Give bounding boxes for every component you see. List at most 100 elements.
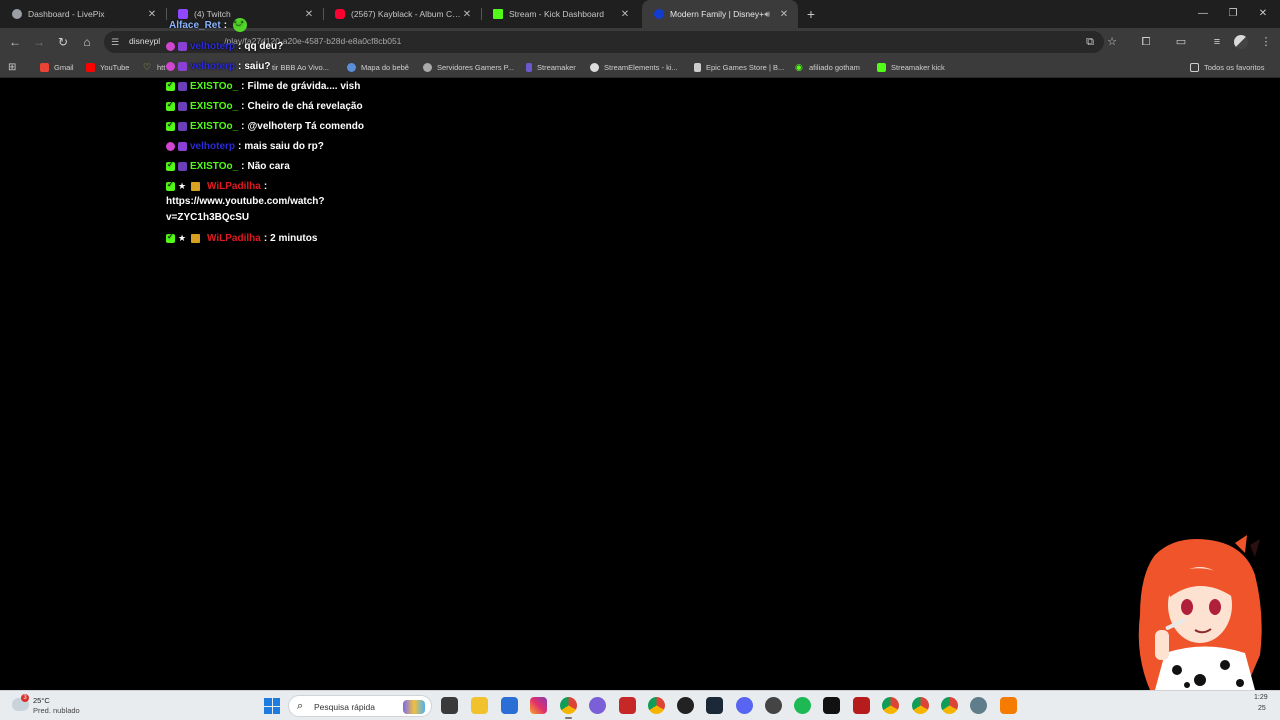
tab-title: (2567) Kayblack - Album Comp: [351, 9, 461, 19]
chrome-alt-icon[interactable]: [882, 697, 899, 714]
star-badge-icon: ★: [178, 233, 187, 243]
capcut-alt-icon[interactable]: [853, 697, 870, 714]
chat-username[interactable]: WiLPadilha: [207, 233, 261, 244]
settings-gear-icon[interactable]: [970, 697, 987, 714]
bookmark-afiliado[interactable]: ◉ afiliado gotham: [795, 60, 860, 74]
site-info-icon[interactable]: ☰: [111, 36, 123, 48]
bookmark-youtube[interactable]: YouTube: [86, 60, 129, 74]
chat-message: velhoterp : saiu?: [166, 61, 270, 72]
verified-badge-icon: [166, 80, 175, 91]
tab-youtube[interactable]: (2567) Kayblack - Album Comp ✕: [323, 0, 481, 28]
bookmark-epic[interactable]: Epic Games Store | B...: [694, 60, 784, 74]
chat-username[interactable]: WiLPadilha: [207, 181, 261, 192]
tab-title: Stream - Kick Dashboard: [509, 9, 604, 19]
search-highlight-icon: [403, 700, 425, 714]
clock-time[interactable]: 1:29: [1254, 694, 1268, 701]
spotify-icon[interactable]: [794, 697, 811, 714]
side-panel-icon[interactable]: ▭: [1173, 34, 1189, 50]
search-placeholder: Pesquisa rápida: [314, 702, 375, 712]
windows-start-icon[interactable]: [264, 698, 280, 714]
chat-username[interactable]: EXISTOo_: [190, 101, 238, 112]
restore-button[interactable]: ❐: [1218, 0, 1248, 28]
extensions-icon[interactable]: ⧠: [1138, 34, 1154, 50]
bookmark-http[interactable]: ♡ htt: [143, 60, 165, 74]
close-tab-icon[interactable]: ✕: [461, 9, 473, 20]
verified-badge-icon: [166, 160, 175, 171]
chat-username[interactable]: EXISTOo_: [190, 121, 238, 132]
task-view-icon[interactable]: [441, 697, 458, 714]
bookmark-servidores[interactable]: Servidores Gamers P...: [423, 60, 514, 74]
clock-app-icon[interactable]: [765, 697, 782, 714]
bookmark-star-icon[interactable]: ☆: [1104, 34, 1120, 50]
tiktok-icon[interactable]: [823, 697, 840, 714]
tab-livepix[interactable]: Dashboard - LivePix ✕: [0, 0, 166, 28]
menu-kebab-icon[interactable]: ⋮: [1258, 34, 1274, 50]
all-bookmarks[interactable]: Todos os favoritos: [1190, 60, 1264, 74]
bookmark-bbb[interactable]: tir BBB Ao Vivo...: [272, 60, 329, 74]
minimize-button[interactable]: —: [1188, 0, 1218, 28]
bookmark-streamaker-kick[interactable]: Streamaker kick: [877, 60, 945, 74]
sub-badge-icon: [178, 42, 187, 51]
chrome-profile-icon[interactable]: [648, 697, 665, 714]
reload-button[interactable]: ↻: [54, 33, 72, 51]
chat-username[interactable]: EXISTOo_: [190, 81, 238, 92]
chat-message: ★ WiLPadilha : 2 minutos: [166, 232, 317, 244]
app-orange-icon[interactable]: [1000, 697, 1017, 714]
chat-username[interactable]: Alface_Ret: [169, 20, 221, 31]
apps-grid-icon[interactable]: ⊞: [8, 60, 16, 74]
bookmark-gmail[interactable]: Gmail: [40, 60, 74, 74]
chrome-alt3-icon[interactable]: [941, 697, 958, 714]
weather-temperature[interactable]: 25°C: [33, 696, 50, 705]
back-button[interactable]: ←: [6, 33, 24, 51]
discord-icon[interactable]: [736, 697, 753, 714]
bookmark-mapa-bebe[interactable]: Mapa do bebê: [347, 60, 409, 74]
profile-avatar[interactable]: [1234, 35, 1248, 49]
bookmark-streamelements[interactable]: StreamElements - ki...: [590, 60, 678, 74]
gem-badge-icon: [166, 142, 175, 151]
chat-link-line[interactable]: https://www.youtube.com/watch?: [166, 196, 325, 207]
new-tab-button[interactable]: +: [803, 6, 819, 22]
file-explorer-icon[interactable]: [471, 697, 488, 714]
forward-button[interactable]: →: [30, 33, 48, 51]
globe-icon: [423, 62, 432, 72]
close-window-button[interactable]: ✕: [1248, 0, 1278, 28]
install-app-icon[interactable]: ⧉: [1082, 34, 1098, 50]
bookmark-streamaker[interactable]: Streamaker: [526, 60, 576, 74]
chat-message: ★ WiLPadilha :: [166, 180, 267, 192]
chrome-alt2-icon[interactable]: [912, 697, 929, 714]
weather-description[interactable]: Pred. nublado: [33, 706, 80, 715]
media-controls-icon[interactable]: ≡: [1209, 34, 1225, 50]
chat-username[interactable]: velhoterp: [190, 41, 235, 52]
close-tab-icon[interactable]: ✕: [146, 9, 158, 20]
chat-username[interactable]: velhoterp: [190, 141, 235, 152]
folder-icon: [1190, 62, 1199, 72]
chat-text: @velhoterp Tá comendo: [247, 121, 364, 132]
disney-favicon-icon: [654, 9, 664, 19]
tab-disney[interactable]: Modern Family | Disney+ 🔊︎ ✕: [642, 0, 798, 28]
sub-badge-icon: [178, 142, 187, 151]
instagram-icon[interactable]: [530, 697, 547, 714]
youtube-favicon-icon: [335, 9, 345, 19]
close-tab-icon[interactable]: ✕: [303, 9, 315, 20]
home-button[interactable]: ⌂: [78, 33, 96, 51]
chat-separator: :: [223, 19, 228, 31]
chat-link-line[interactable]: v=ZYC1h3BQcSU: [166, 212, 249, 223]
chrome-icon[interactable]: [560, 697, 577, 719]
clock-date[interactable]: 25: [1258, 705, 1266, 712]
store-icon[interactable]: [501, 697, 518, 714]
chat-message: EXISTOo_ : Filme de grávida.... vish: [166, 80, 360, 92]
steam-icon[interactable]: [706, 697, 723, 714]
taskbar-search[interactable]: ⌕ Pesquisa rápida: [288, 695, 432, 717]
close-tab-icon[interactable]: ✕: [619, 9, 631, 20]
speaker-icon[interactable]: 🔊︎: [764, 9, 770, 20]
tab-kick[interactable]: Stream - Kick Dashboard ✕: [481, 0, 639, 28]
close-tab-icon[interactable]: ✕: [778, 9, 790, 20]
app-icon[interactable]: [589, 697, 606, 714]
chat-message: velhoterp : mais saiu do rp?: [166, 141, 324, 152]
chat-username[interactable]: velhoterp: [190, 61, 235, 72]
obs-icon[interactable]: [677, 697, 694, 714]
sub-badge-icon: [178, 62, 187, 71]
chat-username[interactable]: EXISTOo_: [190, 161, 238, 172]
capcut-icon[interactable]: [619, 697, 636, 714]
windows-taskbar: 3 25°C Pred. nublado ⌕ Pesquisa rápida 1…: [0, 690, 1280, 720]
